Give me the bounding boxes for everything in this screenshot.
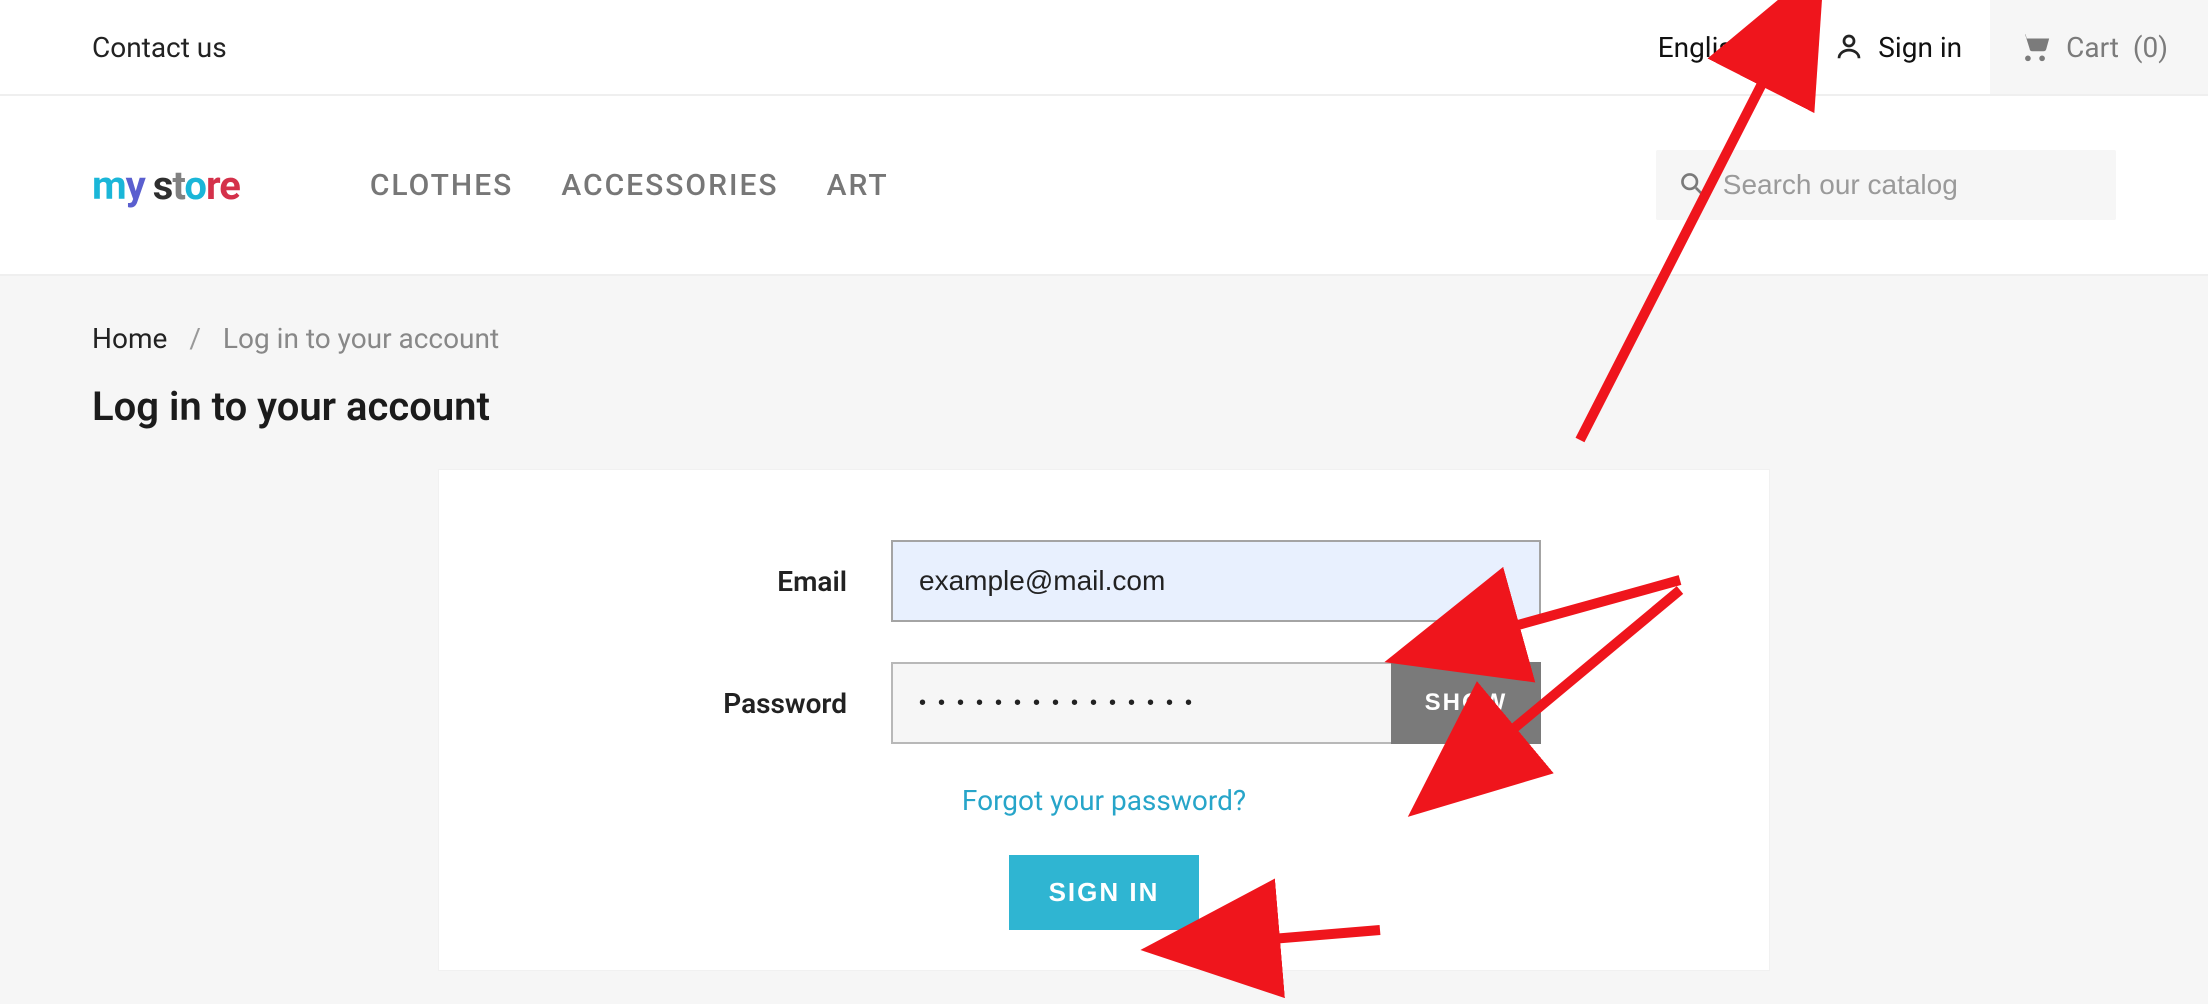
cart-icon xyxy=(2018,30,2052,64)
email-field[interactable] xyxy=(891,540,1541,622)
search-box[interactable] xyxy=(1656,150,2116,220)
signin-label: Sign in xyxy=(1878,31,1962,64)
page-title: Log in to your account xyxy=(92,383,2116,430)
signin-button[interactable]: SIGN IN xyxy=(1009,855,1200,930)
store-logo[interactable]: my store xyxy=(92,162,240,209)
caret-down-icon xyxy=(1758,43,1778,55)
breadcrumb-current: Log in to your account xyxy=(223,322,499,355)
person-icon xyxy=(1834,32,1864,62)
page-body: Home / Log in to your account Log in to … xyxy=(0,276,2208,1004)
nav-art[interactable]: ART xyxy=(827,168,889,203)
category-nav: CLOTHES ACCESSORIES ART xyxy=(370,168,889,203)
search-input[interactable] xyxy=(1723,169,2094,201)
email-label: Email xyxy=(667,565,847,598)
contact-us-link[interactable]: Contact us xyxy=(92,31,227,64)
language-label: English xyxy=(1658,31,1749,64)
password-label: Password xyxy=(667,687,847,720)
cart-label: Cart xyxy=(2066,31,2119,64)
breadcrumb-separator: / xyxy=(189,322,201,355)
login-card: Email Password SHOW Forgot your password… xyxy=(439,470,1769,970)
cart-link[interactable]: Cart (0) xyxy=(1990,0,2208,94)
password-field[interactable] xyxy=(891,662,1391,744)
forgot-password-link[interactable]: Forgot your password? xyxy=(962,784,1246,817)
language-selector[interactable]: English xyxy=(1630,0,1807,94)
top-nav: Contact us English Sign in Cart (0) xyxy=(0,0,2208,96)
search-icon xyxy=(1678,170,1705,200)
signin-link[interactable]: Sign in xyxy=(1806,0,1990,94)
cart-count: (0) xyxy=(2133,31,2168,64)
breadcrumb-home[interactable]: Home xyxy=(92,322,167,355)
main-header: my store CLOTHES ACCESSORIES ART xyxy=(0,96,2208,276)
breadcrumb: Home / Log in to your account xyxy=(92,322,2116,355)
nav-accessories[interactable]: ACCESSORIES xyxy=(561,168,778,203)
show-password-button[interactable]: SHOW xyxy=(1391,662,1541,744)
nav-clothes[interactable]: CLOTHES xyxy=(370,168,513,203)
